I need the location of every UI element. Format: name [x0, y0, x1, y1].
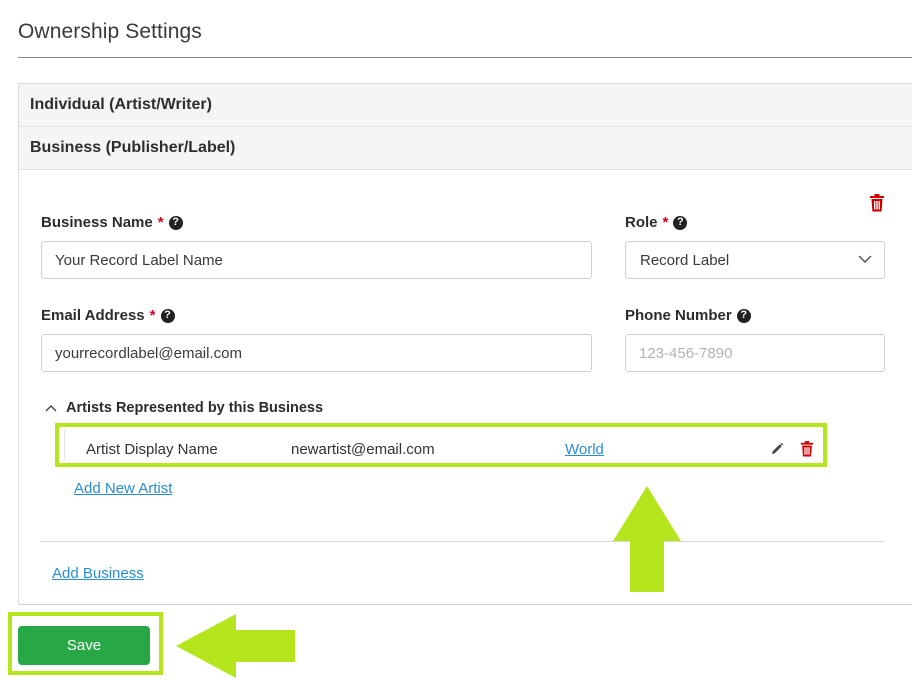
email-input[interactable]: [41, 334, 592, 372]
artists-section-label: Artists Represented by this Business: [66, 400, 324, 416]
delete-business-trash-icon[interactable]: [869, 194, 885, 212]
required-mark: *: [662, 214, 669, 231]
email-label: Email Address * ?: [41, 307, 175, 324]
add-new-artist-link[interactable]: Add New Artist: [74, 480, 172, 497]
email-label-text: Email Address: [41, 307, 145, 324]
business-name-label: Business Name * ?: [41, 214, 183, 231]
required-mark: *: [157, 214, 164, 231]
artist-row-highlighted: Artist Display Name newartist@email.com …: [55, 423, 827, 467]
question-circle-icon[interactable]: ?: [736, 308, 751, 323]
page-title: Ownership Settings: [18, 20, 202, 43]
trash-icon[interactable]: [800, 441, 814, 457]
accordion-individual-header[interactable]: Individual (Artist/Writer): [19, 84, 912, 127]
pencil-icon[interactable]: [770, 442, 784, 456]
phone-input[interactable]: [625, 334, 885, 372]
title-divider: [18, 57, 912, 58]
role-select-value: Record Label: [640, 251, 730, 269]
section-divider: [41, 541, 885, 542]
phone-label-text: Phone Number: [625, 307, 732, 324]
artists-section-toggle[interactable]: Artists Represented by this Business: [45, 400, 323, 416]
role-select[interactable]: Record Label: [625, 241, 885, 279]
phone-label: Phone Number ?: [625, 307, 751, 324]
artist-name: Artist Display Name: [86, 441, 218, 458]
question-circle-icon[interactable]: ?: [168, 215, 183, 230]
role-label: Role * ?: [625, 214, 688, 231]
business-name-input[interactable]: [41, 241, 592, 279]
chevron-down-icon: [858, 255, 872, 264]
question-circle-icon[interactable]: ?: [673, 215, 688, 230]
artist-row-inner: Artist Display Name newartist@email.com …: [64, 430, 818, 460]
artist-email: newartist@email.com: [291, 441, 435, 458]
add-business-link[interactable]: Add Business: [52, 565, 144, 582]
question-circle-icon[interactable]: ?: [160, 308, 175, 323]
artist-territory-link[interactable]: World: [565, 441, 604, 458]
arrow-annotation-up: [613, 486, 681, 592]
business-name-label-text: Business Name: [41, 214, 153, 231]
role-label-text: Role: [625, 214, 658, 231]
required-mark: *: [149, 307, 156, 324]
ownership-accordion: Individual (Artist/Writer) Business (Pub…: [18, 83, 912, 605]
business-panel: Business Name * ? Role * ? Record Label …: [19, 170, 912, 604]
accordion-business-header[interactable]: Business (Publisher/Label): [19, 127, 912, 170]
save-button[interactable]: Save: [18, 626, 150, 665]
chevron-up-icon: [45, 405, 57, 412]
arrow-annotation-left: [176, 614, 295, 678]
